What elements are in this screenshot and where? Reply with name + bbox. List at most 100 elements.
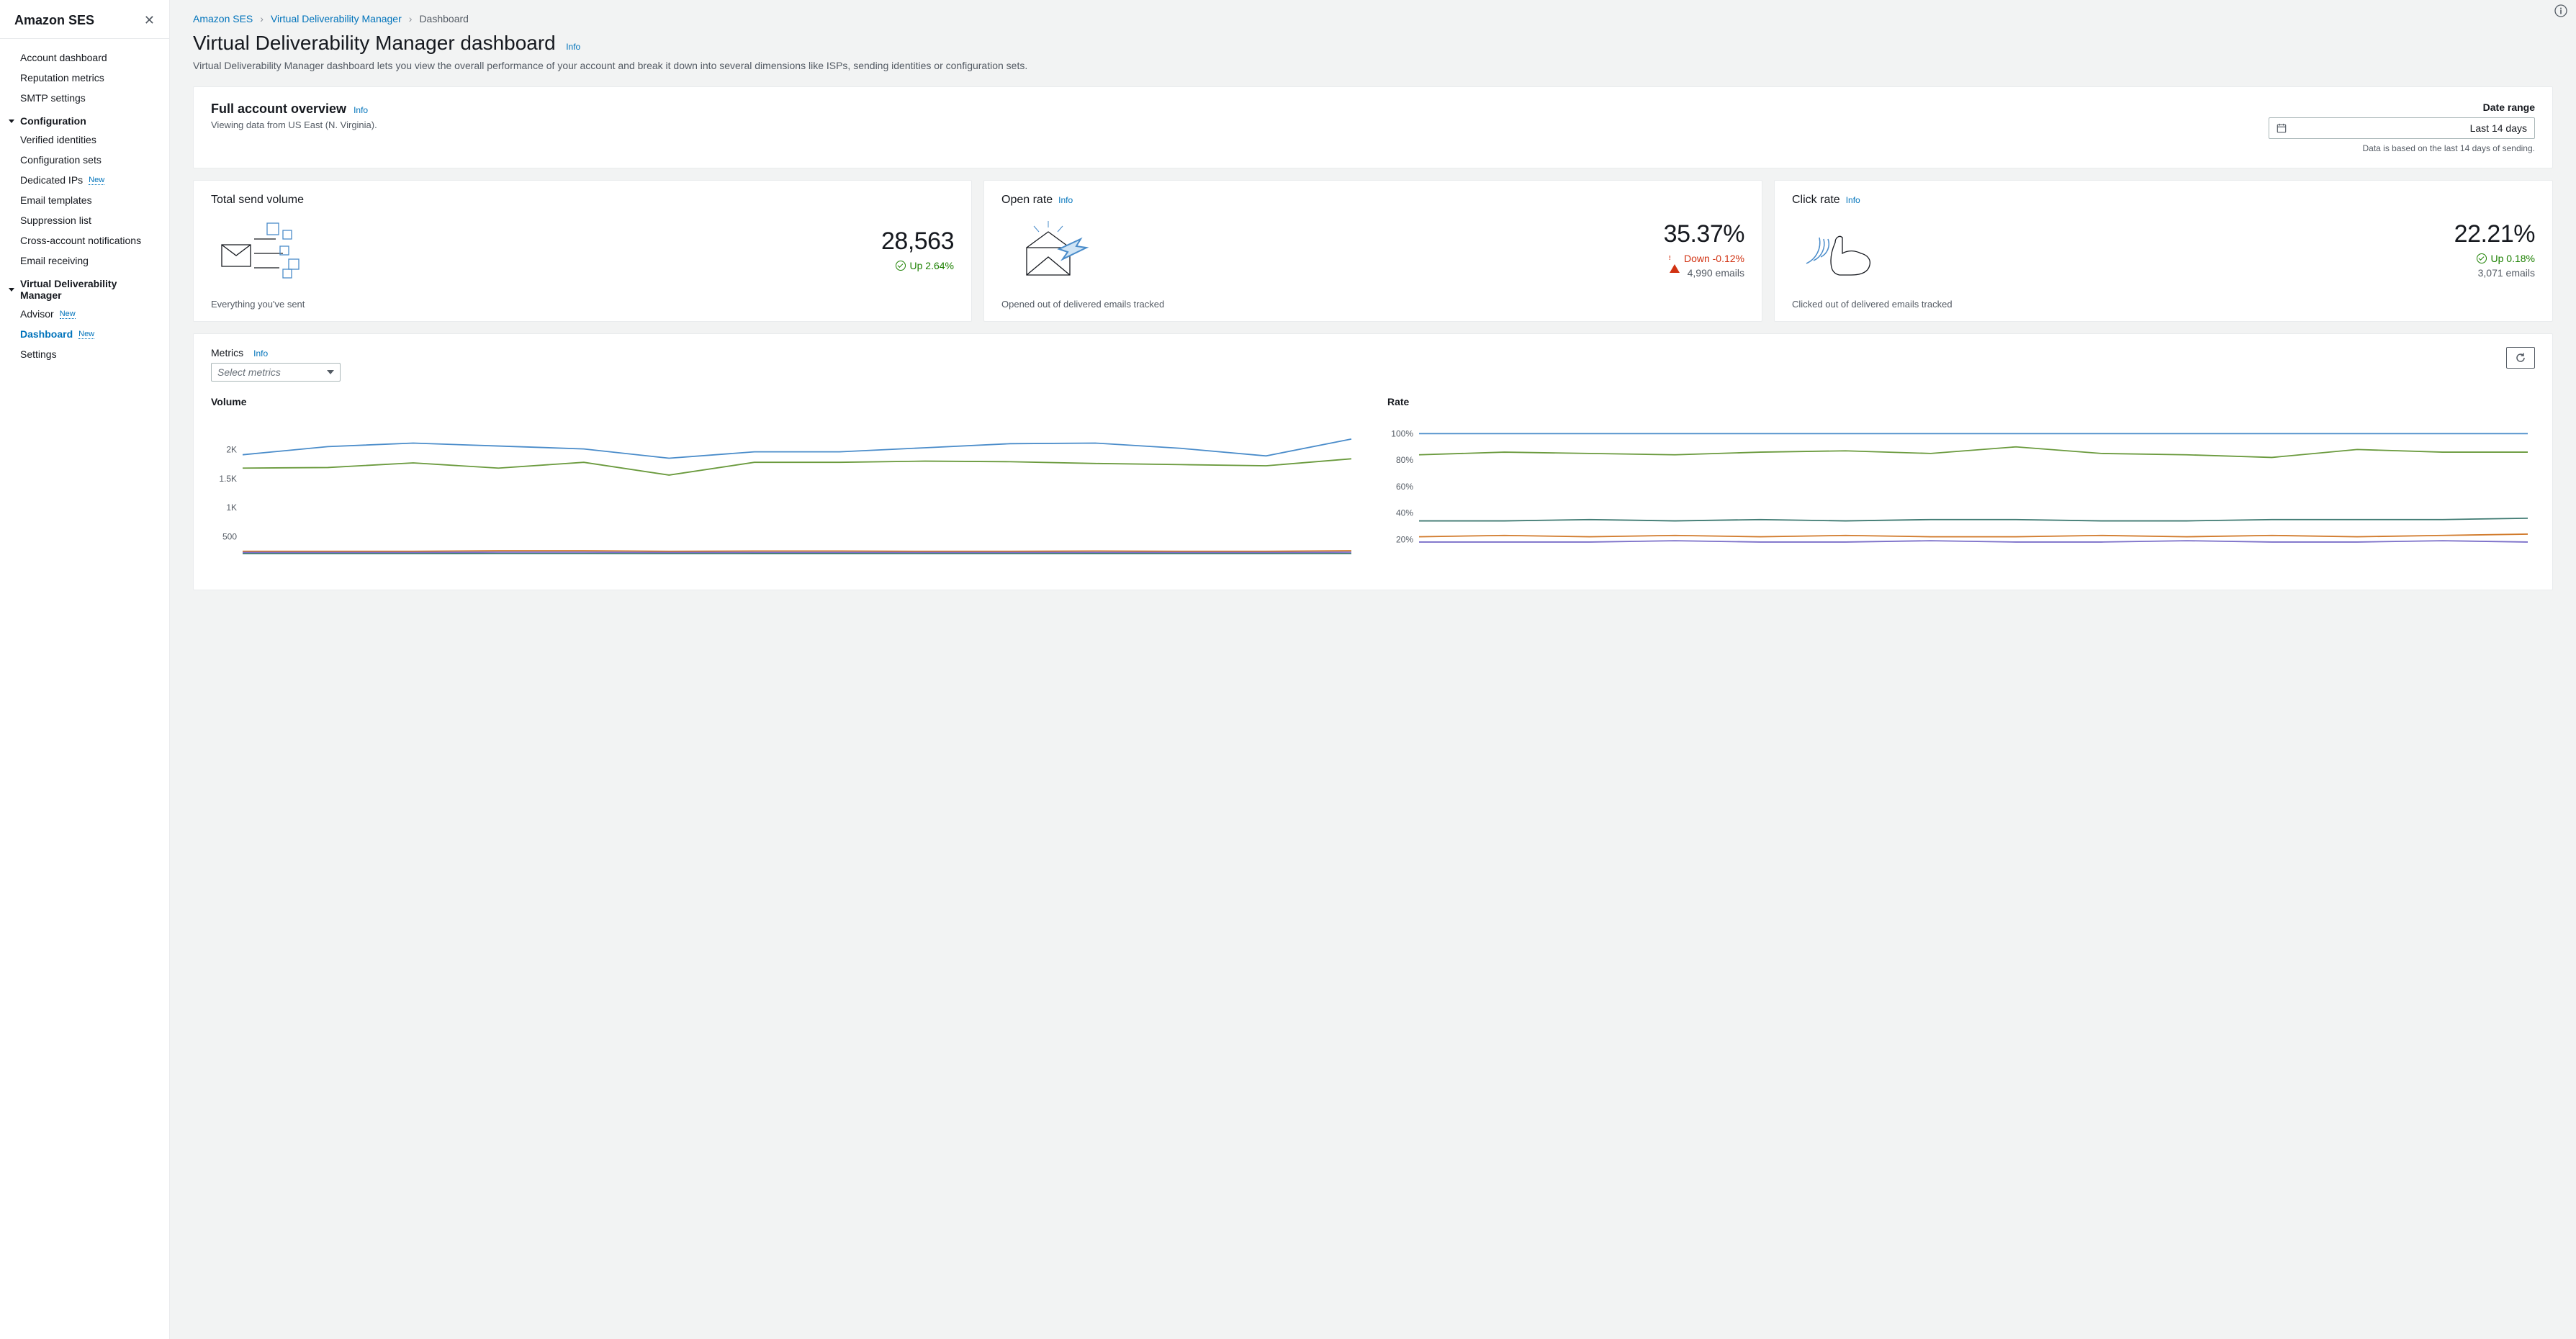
overview-title: Full account overview [211, 102, 346, 117]
chart-title: Volume [211, 396, 1359, 407]
date-range-select[interactable]: Last 14 days [2269, 117, 2535, 139]
envelope-open-icon [1001, 217, 1102, 282]
stat-title: Click rate [1792, 194, 1840, 207]
sidebar-item-smtp-settings[interactable]: SMTP settings [0, 88, 169, 108]
new-badge: New [78, 330, 94, 339]
sidebar-item-label: Verified identities [20, 134, 96, 145]
overview-left: Full account overview Info Viewing data … [211, 102, 377, 153]
stat-card-open-rate: Open rate Info [983, 180, 1762, 322]
close-icon[interactable]: ✕ [144, 13, 155, 28]
info-link[interactable]: Info [253, 348, 268, 359]
sidebar-item-verified-identities[interactable]: Verified identities [0, 130, 169, 150]
svg-text:80%: 80% [1396, 455, 1413, 465]
sidebar-item-reputation-metrics[interactable]: Reputation metrics [0, 68, 169, 88]
overview-subtitle: Viewing data from US East (N. Virginia). [211, 120, 377, 130]
sidebar-item-label: Email receiving [20, 255, 89, 266]
stat-change: ! Down -0.12% [1664, 253, 1744, 264]
page-title: Virtual Deliverability Manager dashboard [193, 32, 556, 54]
stat-change-text: Up 0.18% [2491, 253, 2535, 264]
stat-change: Up 0.18% [2454, 253, 2535, 264]
sidebar-header: Amazon SES ✕ [0, 0, 169, 39]
stat-sub: 3,071 emails [2454, 267, 2535, 279]
chevron-right-icon: › [260, 13, 264, 24]
chart-rate: Rate 20% 40% 60% 80% 100% [1387, 396, 2535, 577]
breadcrumb-link-ses[interactable]: Amazon SES [193, 13, 253, 24]
stat-title: Total send volume [211, 194, 304, 207]
sidebar-nav: Account dashboard Reputation metrics SMT… [0, 39, 169, 373]
svg-text:20%: 20% [1396, 534, 1413, 544]
sidebar-section-label: Virtual Deliverability Manager [20, 278, 155, 301]
stat-change-text: Down -0.12% [1684, 253, 1744, 264]
stat-footer: Clicked out of delivered emails tracked [1792, 299, 2535, 310]
sidebar-item-settings[interactable]: Settings [0, 344, 169, 364]
select-metrics-dropdown[interactable]: Select metrics [211, 363, 341, 382]
stat-title: Open rate [1001, 194, 1053, 207]
chart-volume: Volume 5001K1.5K2K [211, 396, 1359, 577]
stat-footer: Opened out of delivered emails tracked [1001, 299, 1744, 310]
breadcrumb-current: Dashboard [419, 13, 469, 24]
sidebar-item-advisor[interactable]: Advisor New [0, 304, 169, 324]
overview-right: Date range Last 14 days Data is based on… [2269, 102, 2535, 153]
date-range-label: Date range [2269, 102, 2535, 113]
help-info-icon[interactable] [2554, 4, 2567, 21]
new-badge: New [89, 176, 104, 185]
svg-text:1K: 1K [226, 502, 237, 513]
date-range-value: Last 14 days [2294, 122, 2527, 134]
envelope-send-icon [211, 217, 312, 282]
sidebar-item-suppression-list[interactable]: Suppression list [0, 210, 169, 230]
sidebar-item-label: Cross-account notifications [20, 235, 141, 246]
date-range-hint: Data is based on the last 14 days of sen… [2269, 143, 2535, 153]
chart-title: Rate [1387, 396, 2535, 407]
stat-card-click-rate: Click rate Info [1774, 180, 2553, 322]
page-header: Virtual Deliverability Manager dashboard… [193, 32, 2553, 73]
sidebar-item-email-receiving[interactable]: Email receiving [0, 251, 169, 271]
main-scroll[interactable]: Amazon SES › Virtual Deliverability Mana… [170, 0, 2576, 619]
sidebar-item-dedicated-ips[interactable]: Dedicated IPs New [0, 170, 169, 190]
chart-volume-svg: 5001K1.5K2K [211, 415, 1359, 573]
stat-value: 22.21% [2454, 220, 2535, 248]
page-description: Virtual Deliverability Manager dashboard… [193, 59, 2553, 73]
caret-down-icon [327, 370, 334, 374]
sidebar-item-configuration-sets[interactable]: Configuration sets [0, 150, 169, 170]
breadcrumb-link-vdm[interactable]: Virtual Deliverability Manager [271, 13, 402, 24]
stat-card-send-volume: Total send volume [193, 180, 972, 322]
svg-text:40%: 40% [1396, 508, 1413, 518]
sidebar-section-configuration[interactable]: Configuration [0, 108, 169, 130]
info-link[interactable]: Info [353, 105, 368, 115]
main: Amazon SES › Virtual Deliverability Mana… [170, 0, 2576, 1339]
refresh-icon [2515, 352, 2526, 364]
info-link[interactable]: Info [566, 42, 580, 52]
sidebar-item-label: Email templates [20, 194, 92, 206]
sidebar-section-vdm[interactable]: Virtual Deliverability Manager [0, 271, 169, 304]
svg-text:100%: 100% [1391, 428, 1413, 438]
success-icon [2477, 253, 2487, 263]
stats-row: Total send volume [193, 180, 2553, 322]
svg-text:1.5K: 1.5K [219, 473, 237, 483]
calendar-icon [2276, 123, 2287, 133]
info-link[interactable]: Info [1058, 195, 1073, 205]
sidebar-item-dashboard[interactable]: Dashboard New [0, 324, 169, 344]
caret-down-icon [9, 120, 14, 123]
stat-change: Up 2.64% [881, 260, 954, 271]
caret-down-icon [9, 288, 14, 292]
sidebar-item-label: Configuration sets [20, 154, 102, 166]
sidebar-item-account-dashboard[interactable]: Account dashboard [0, 48, 169, 68]
chart-rate-svg: 20% 40% 60% 80% 100% [1387, 415, 2535, 573]
refresh-button[interactable] [2506, 347, 2535, 369]
sidebar-item-cross-account-notifications[interactable]: Cross-account notifications [0, 230, 169, 251]
stat-value: 35.37% [1664, 220, 1744, 248]
stat-footer: Everything you've sent [211, 299, 954, 310]
sidebar-item-label: Settings [20, 348, 57, 360]
sidebar-item-label: Advisor [20, 308, 54, 320]
svg-text:60%: 60% [1396, 481, 1413, 491]
info-link[interactable]: Info [1846, 195, 1860, 205]
sidebar-item-label: Suppression list [20, 215, 91, 226]
stat-value: 28,563 [881, 227, 954, 256]
sidebar-item-email-templates[interactable]: Email templates [0, 190, 169, 210]
chevron-right-icon: › [409, 13, 413, 24]
metrics-title: Metrics [211, 347, 243, 359]
metrics-panel: Metrics Info Select metrics Volume 5001K… [193, 333, 2553, 590]
svg-text:2K: 2K [226, 444, 237, 454]
click-hand-icon [1792, 217, 1893, 282]
sidebar-item-label: Dedicated IPs [20, 174, 83, 186]
